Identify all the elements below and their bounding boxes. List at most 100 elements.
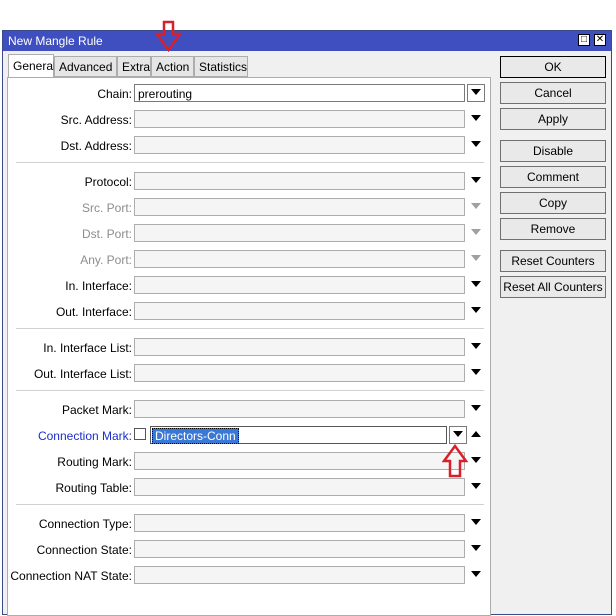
tab-general[interactable]: General bbox=[8, 54, 56, 78]
triangle-down-icon[interactable] bbox=[471, 115, 481, 121]
protocol-field[interactable] bbox=[134, 172, 465, 190]
in-interface-list-row: In. Interface List: bbox=[8, 338, 492, 360]
in-interface-list-field[interactable] bbox=[134, 338, 465, 356]
src-port-row: Src. Port: bbox=[8, 198, 492, 220]
maximize-button[interactable]: □ bbox=[578, 34, 590, 46]
connection-type-label: Connection Type: bbox=[38, 517, 132, 531]
dst-port-row: Dst. Port: bbox=[8, 224, 492, 246]
dst-address-row: Dst. Address: bbox=[8, 136, 492, 158]
connection-mark-dropdown-button[interactable] bbox=[449, 426, 467, 444]
tab-advanced[interactable]: Advanced bbox=[54, 56, 117, 77]
window-title: New Mangle Rule bbox=[8, 34, 103, 48]
general-panel: Chain: prerouting Src. Address: Dst. Add… bbox=[7, 77, 491, 616]
tab-extra[interactable]: Extra bbox=[117, 56, 151, 77]
connection-state-row: Connection State: bbox=[8, 540, 492, 562]
triangle-down-icon[interactable] bbox=[471, 307, 481, 313]
routing-mark-field[interactable] bbox=[134, 452, 465, 470]
ok-button[interactable]: OK bbox=[500, 56, 606, 78]
src-port-label: Src. Port: bbox=[81, 201, 132, 215]
cancel-button[interactable]: Cancel bbox=[500, 82, 606, 104]
dst-address-label: Dst. Address: bbox=[60, 139, 132, 153]
connection-nat-state-row: Connection NAT State: bbox=[8, 566, 492, 588]
connection-nat-state-label: Connection NAT State: bbox=[10, 569, 132, 583]
connection-state-field[interactable] bbox=[134, 540, 465, 558]
triangle-down-icon[interactable] bbox=[471, 571, 481, 577]
tab-statistics[interactable]: Statistics bbox=[194, 56, 248, 77]
connection-mark-row: Connection Mark: Directors-Conn bbox=[8, 426, 492, 448]
routing-table-row: Routing Table: bbox=[8, 478, 492, 500]
src-address-field[interactable] bbox=[134, 110, 465, 128]
in-interface-field[interactable] bbox=[134, 276, 465, 294]
triangle-down-icon[interactable] bbox=[471, 545, 481, 551]
triangle-down-icon[interactable] bbox=[471, 369, 481, 375]
triangle-down-icon[interactable] bbox=[471, 405, 481, 411]
triangle-down-icon bbox=[471, 255, 481, 261]
reset-all-counters-button[interactable]: Reset All Counters bbox=[500, 276, 606, 298]
connection-mark-field[interactable]: Directors-Conn bbox=[150, 426, 447, 444]
remove-button[interactable]: Remove bbox=[500, 218, 606, 240]
tab-action[interactable]: Action bbox=[151, 56, 194, 77]
out-interface-list-field[interactable] bbox=[134, 364, 465, 382]
any-port-field bbox=[134, 250, 465, 268]
connection-mark-value: Directors-Conn bbox=[152, 428, 239, 444]
connection-nat-state-field[interactable] bbox=[134, 566, 465, 584]
in-interface-label: In. Interface: bbox=[65, 279, 132, 293]
separator bbox=[16, 504, 484, 505]
dst-address-field[interactable] bbox=[134, 136, 465, 154]
triangle-down-icon[interactable] bbox=[471, 483, 481, 489]
dst-port-label: Dst. Port: bbox=[81, 227, 132, 241]
mangle-rule-window: New Mangle Rule □ ✕ General Advanced Ext… bbox=[2, 30, 612, 616]
triangle-down-icon[interactable] bbox=[471, 343, 481, 349]
separator bbox=[16, 162, 484, 163]
connection-state-label: Connection State: bbox=[36, 543, 132, 557]
out-interface-label: Out. Interface: bbox=[55, 305, 132, 319]
disable-button[interactable]: Disable bbox=[500, 140, 606, 162]
protocol-row: Protocol: bbox=[8, 172, 492, 194]
title-bar[interactable]: New Mangle Rule □ ✕ bbox=[3, 31, 611, 51]
out-interface-list-label: Out. Interface List: bbox=[33, 367, 132, 381]
out-interface-field[interactable] bbox=[134, 302, 465, 320]
chain-dropdown-button[interactable] bbox=[467, 84, 485, 102]
reset-counters-button[interactable]: Reset Counters bbox=[500, 250, 606, 272]
triangle-down-icon bbox=[453, 431, 463, 437]
separator bbox=[16, 328, 484, 329]
routing-mark-row: Routing Mark: bbox=[8, 452, 492, 474]
triangle-down-icon bbox=[471, 229, 481, 235]
in-interface-row: In. Interface: bbox=[8, 276, 492, 298]
triangle-down-icon[interactable] bbox=[471, 519, 481, 525]
connection-type-field[interactable] bbox=[134, 514, 465, 532]
out-interface-list-row: Out. Interface List: bbox=[8, 364, 492, 386]
src-port-field bbox=[134, 198, 465, 216]
chain-row: Chain: prerouting bbox=[8, 84, 492, 106]
protocol-label: Protocol: bbox=[84, 175, 132, 189]
triangle-down-icon[interactable] bbox=[471, 177, 481, 183]
packet-mark-label: Packet Mark: bbox=[61, 403, 132, 417]
copy-button[interactable]: Copy bbox=[500, 192, 606, 214]
connection-mark-negate-checkbox[interactable] bbox=[134, 428, 146, 440]
routing-table-field[interactable] bbox=[134, 478, 465, 496]
chain-label: Chain: bbox=[97, 87, 132, 101]
close-button[interactable]: ✕ bbox=[594, 34, 606, 46]
any-port-label: Any. Port: bbox=[80, 253, 132, 267]
packet-mark-row: Packet Mark: bbox=[8, 400, 492, 422]
triangle-down-icon[interactable] bbox=[471, 281, 481, 287]
routing-mark-label: Routing Mark: bbox=[57, 455, 132, 469]
triangle-down-icon bbox=[471, 89, 481, 95]
any-port-row: Any. Port: bbox=[8, 250, 492, 272]
triangle-up-icon[interactable] bbox=[471, 431, 481, 437]
red-outline-arrow-icon bbox=[156, 20, 182, 52]
connection-mark-label: Connection Mark: bbox=[37, 429, 132, 443]
src-address-row: Src. Address: bbox=[8, 110, 492, 132]
apply-button[interactable]: Apply bbox=[500, 108, 606, 130]
packet-mark-field[interactable] bbox=[134, 400, 465, 418]
comment-button[interactable]: Comment bbox=[500, 166, 606, 188]
separator bbox=[16, 390, 484, 391]
in-interface-list-label: In. Interface List: bbox=[43, 341, 132, 355]
chain-field[interactable]: prerouting bbox=[134, 84, 465, 102]
src-address-label: Src. Address: bbox=[60, 113, 132, 127]
triangle-down-icon[interactable] bbox=[471, 457, 481, 463]
dst-port-field bbox=[134, 224, 465, 242]
triangle-down-icon[interactable] bbox=[471, 141, 481, 147]
connection-type-row: Connection Type: bbox=[8, 514, 492, 536]
out-interface-row: Out. Interface: bbox=[8, 302, 492, 324]
